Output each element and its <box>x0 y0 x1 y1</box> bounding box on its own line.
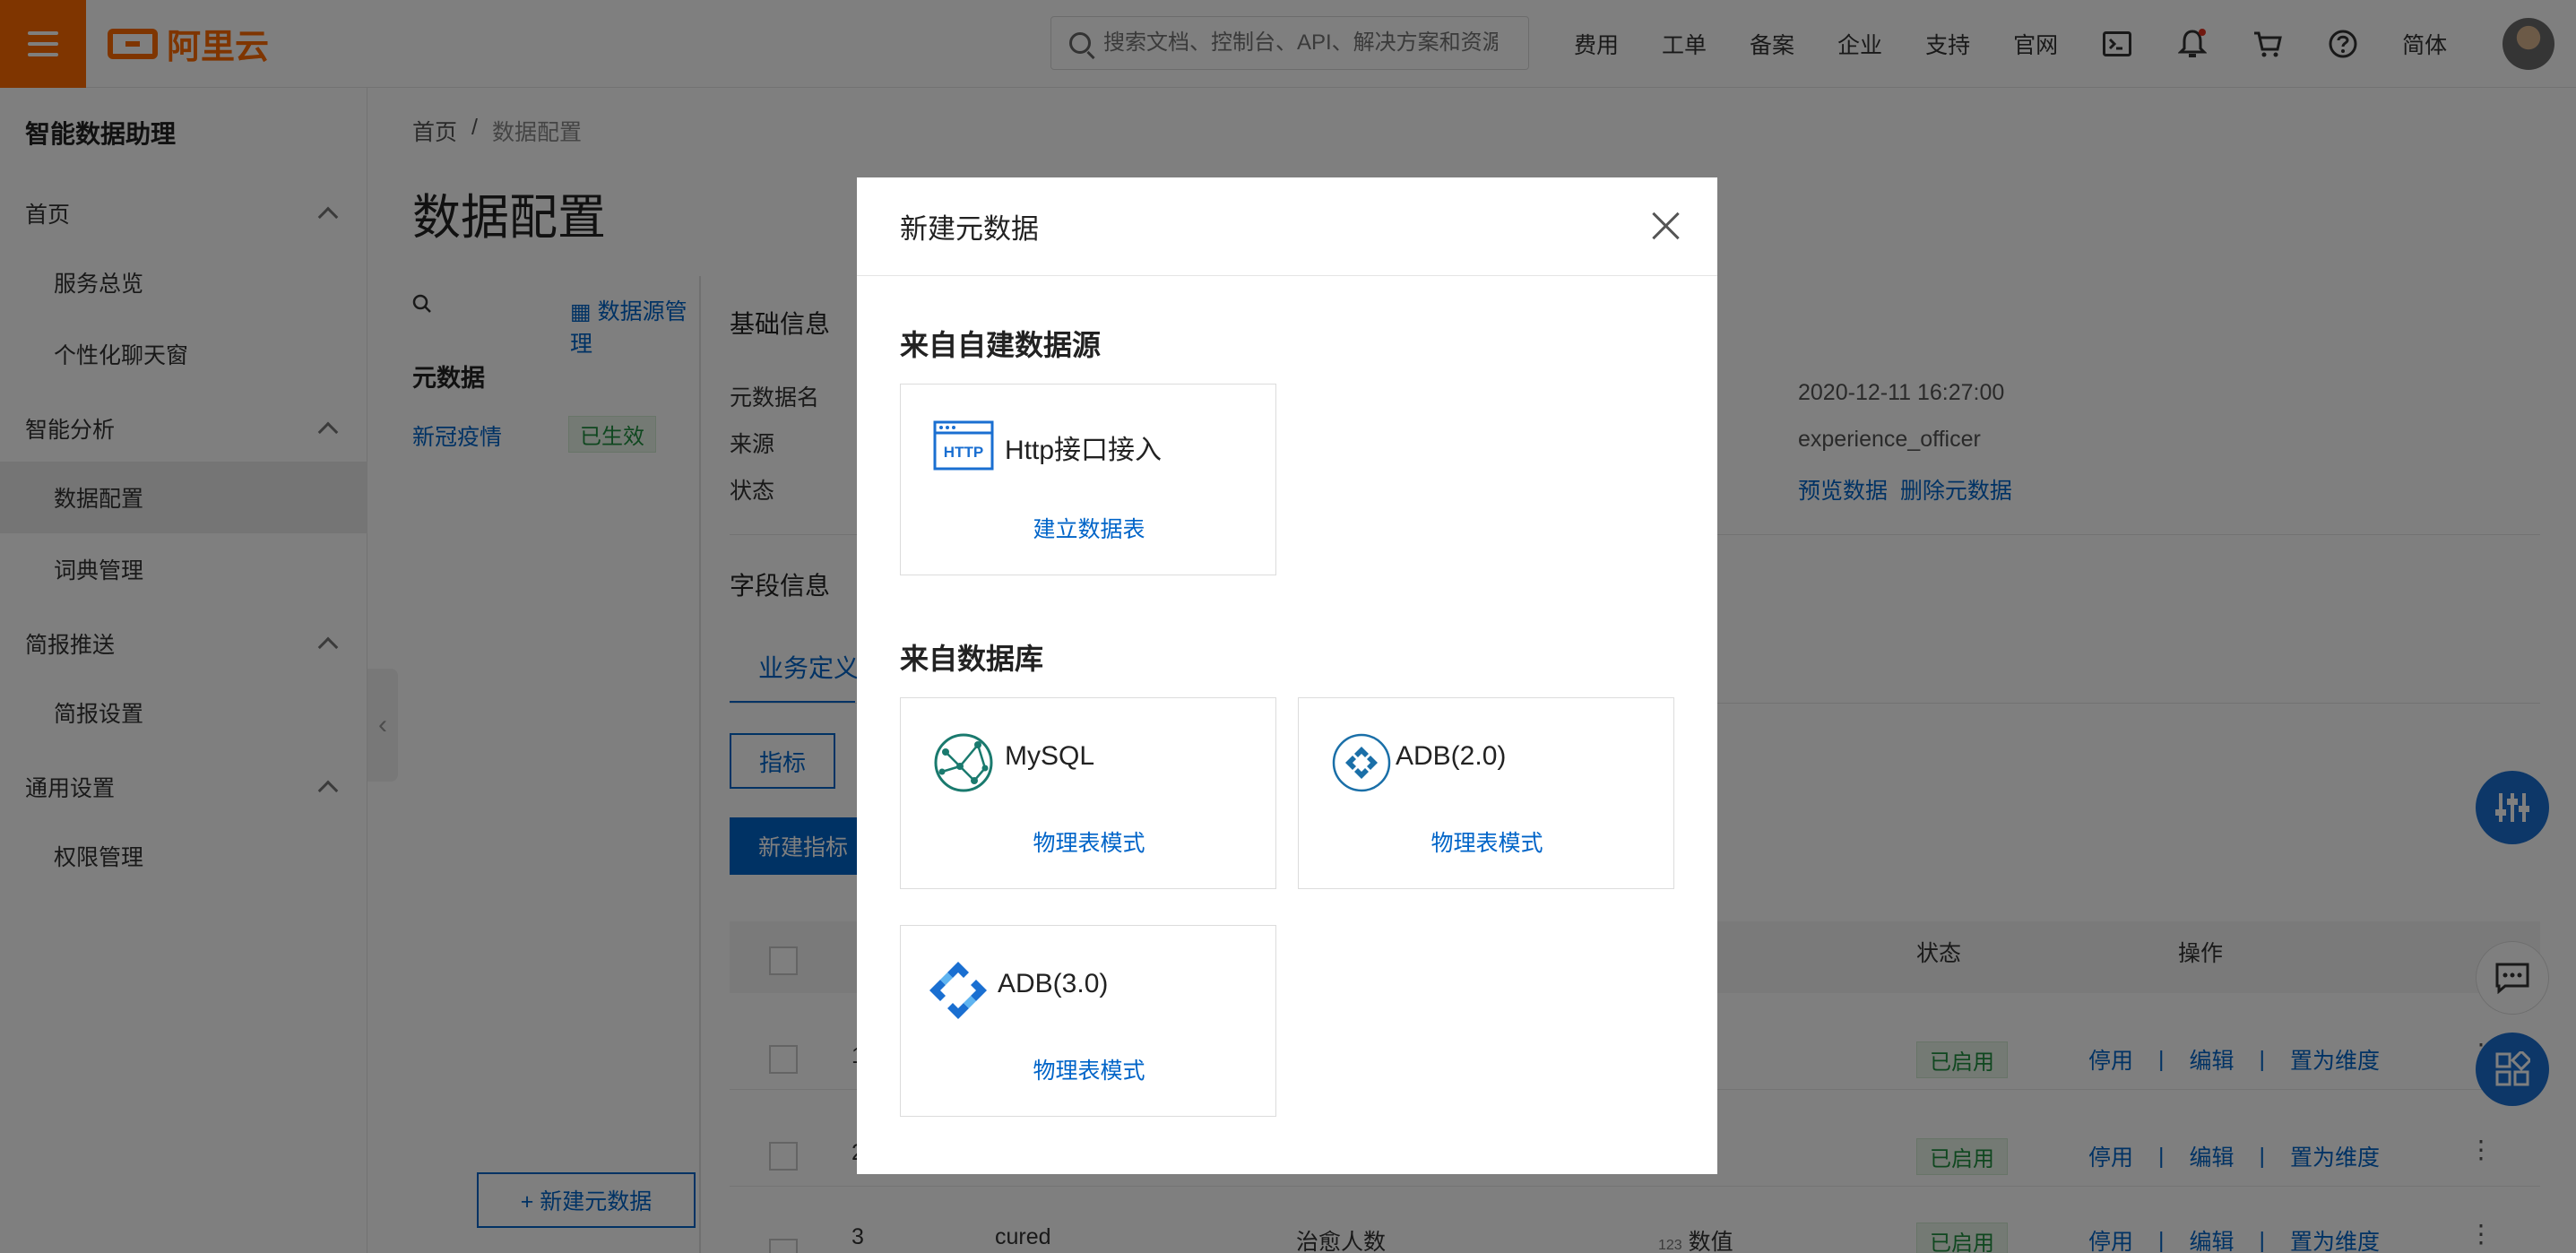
mysql-card[interactable]: MySQL 物理表模式 <box>900 697 1276 889</box>
adb3-card[interactable]: ADB(3.0) 物理表模式 <box>900 925 1276 1117</box>
dialog-title: 新建元数据 <box>900 213 1039 245</box>
card-name: Http接口接入 <box>1005 436 1163 465</box>
mysql-icon <box>933 732 994 793</box>
adb3-icon <box>928 960 989 1021</box>
card-name: MySQL <box>1005 741 1095 771</box>
http-interface-card[interactable]: HTTP Http接口接入 建立数据表 <box>900 384 1276 575</box>
physical-table-link[interactable]: 物理表模式 <box>901 825 1277 858</box>
http-icon-text: HTTP <box>944 444 983 461</box>
create-table-link[interactable]: 建立数据表 <box>901 512 1277 544</box>
adb2-icon <box>1331 732 1392 793</box>
close-icon[interactable] <box>1651 212 1680 240</box>
section-database: 来自数据库 <box>900 643 1044 675</box>
section-custom-datasource: 来自自建数据源 <box>900 329 1102 361</box>
new-metadata-dialog: 新建元数据 来自自建数据源 HTTP Http接口接入 建立数据表 来自数据库 … <box>857 177 1717 1174</box>
http-icon: HTTP <box>933 419 994 480</box>
card-name: ADB(3.0) <box>998 969 1109 998</box>
physical-table-link[interactable]: 物理表模式 <box>901 1053 1277 1085</box>
physical-table-link[interactable]: 物理表模式 <box>1299 825 1675 858</box>
dialog-header: 新建元数据 <box>857 177 1717 276</box>
card-name: ADB(2.0) <box>1396 741 1507 771</box>
adb2-card[interactable]: ADB(2.0) 物理表模式 <box>1298 697 1674 889</box>
